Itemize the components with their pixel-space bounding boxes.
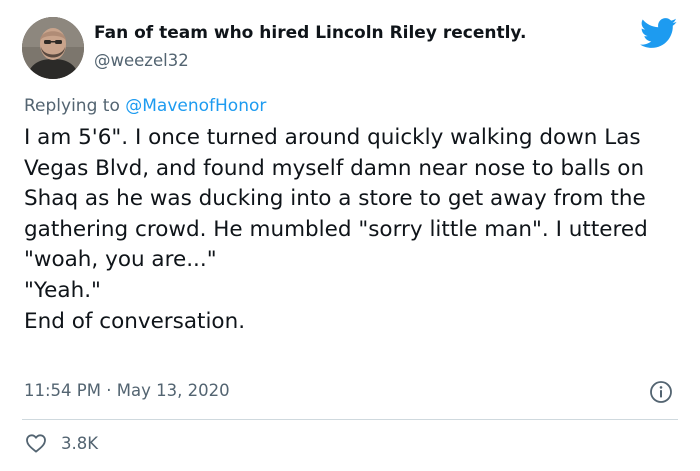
like-button[interactable]: 3.8K xyxy=(24,430,98,456)
twitter-bird-icon[interactable] xyxy=(640,18,678,49)
profile-photo-icon xyxy=(22,17,84,79)
info-icon[interactable] xyxy=(649,380,673,404)
tweet-card: Fan of team who hired Lincoln Riley rece… xyxy=(0,0,700,471)
divider xyxy=(22,419,678,420)
meta-separator: · xyxy=(100,381,117,400)
heart-icon xyxy=(26,434,46,453)
tweet-time: 11:54 PM xyxy=(24,381,101,400)
avatar[interactable] xyxy=(22,17,84,79)
author-handle[interactable]: @weezel32 xyxy=(94,51,189,70)
replying-to-label: Replying to xyxy=(24,96,126,116)
replying-to-line: Replying to @MavenofHonor xyxy=(24,96,266,116)
tweet-timestamp[interactable]: 11:54 PM · May 13, 2020 xyxy=(24,381,230,400)
replying-to-handle-link[interactable]: @MavenofHonor xyxy=(125,96,266,116)
tweet-text: I am 5'6". I once turned around quickly … xyxy=(24,125,648,334)
author-display-name[interactable]: Fan of team who hired Lincoln Riley rece… xyxy=(94,23,526,43)
tweet-date: May 13, 2020 xyxy=(116,381,230,400)
like-count: 3.8K xyxy=(61,433,99,453)
